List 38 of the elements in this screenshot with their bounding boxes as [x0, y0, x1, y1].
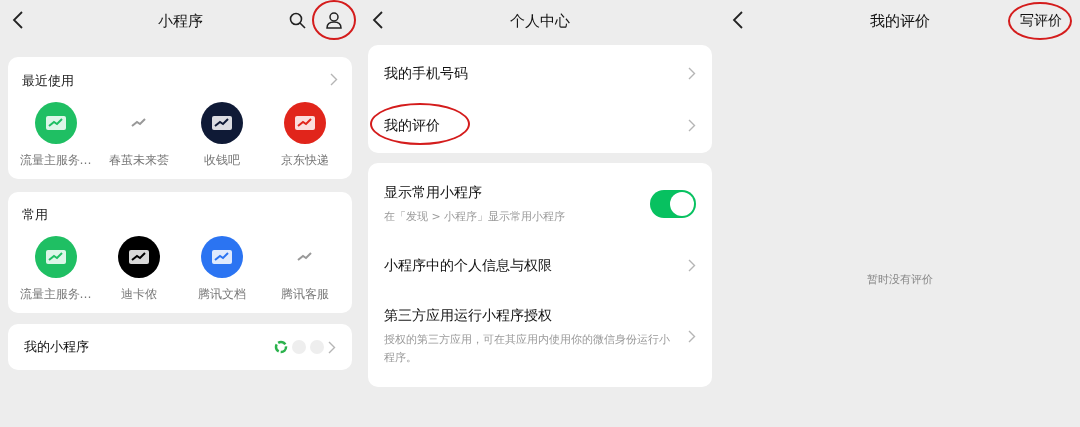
toggle-switch[interactable]	[650, 190, 696, 218]
empty-message: 暂时没有评价	[867, 272, 933, 287]
row-label[interactable]: 第三方应用运行小程序授权	[384, 307, 552, 324]
page-title: 小程序	[157, 11, 203, 31]
chevron-icon	[328, 340, 336, 354]
back-icon[interactable]	[372, 10, 384, 30]
row-label[interactable]: 显示常用小程序	[384, 184, 482, 201]
app-name: 腾讯文档	[197, 286, 246, 303]
write-review-button[interactable]: 写评价	[1014, 8, 1068, 34]
app-icon[interactable]	[117, 236, 160, 278]
app-name: 收钱吧	[203, 152, 240, 169]
app-name: 流量主服务…	[19, 152, 92, 169]
search-icon[interactable]	[289, 11, 306, 29]
app-name: 京东快递	[280, 152, 329, 169]
app-name: 迪卡侬	[120, 286, 157, 303]
chevron-icon	[688, 329, 696, 343]
back-icon[interactable]	[12, 10, 24, 30]
person-icon	[324, 10, 344, 30]
row-description: 在「发现 > 小程序」显示常用小程序	[384, 209, 566, 226]
app-name: 春茧未来荟	[108, 152, 169, 169]
back-icon[interactable]	[732, 10, 744, 30]
row-label[interactable]: 小程序中的个人信息与权限	[384, 257, 552, 273]
chevron-icon	[330, 73, 338, 86]
page-title: 个人中心	[510, 11, 570, 31]
row-label[interactable]: 我的手机号码	[384, 65, 468, 81]
page-title: 我的评价	[870, 11, 930, 31]
app-icon[interactable]	[200, 102, 243, 144]
app-name: 腾讯客服	[280, 286, 329, 303]
chevron-icon	[688, 118, 696, 132]
app-name: 流量主服务…	[19, 286, 92, 303]
section-title: 最近使用	[22, 71, 74, 90]
my-programs-row[interactable]: 我的小程序	[8, 324, 352, 370]
row-label: 我的小程序	[24, 338, 89, 356]
row-label[interactable]: 我的评价	[384, 117, 440, 133]
chevron-icon	[688, 258, 696, 272]
ring-logo-icon	[274, 340, 288, 354]
chevron-icon	[688, 66, 696, 80]
section-title: 常用	[22, 206, 48, 224]
